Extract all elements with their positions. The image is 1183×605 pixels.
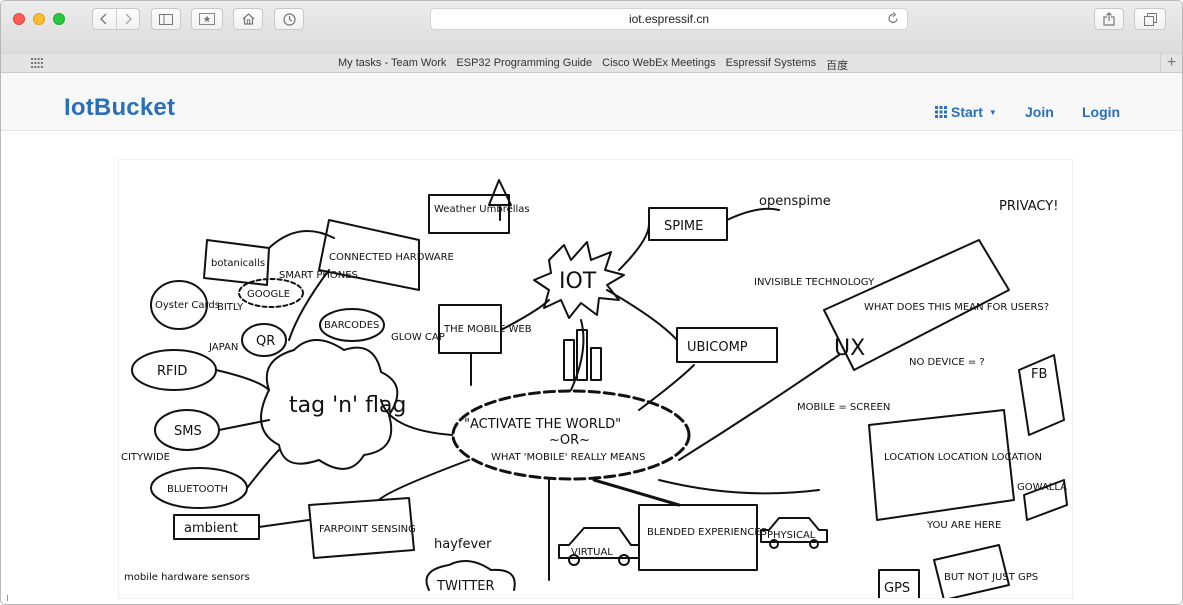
- bookmark-list: My tasks - Team Work ESP32 Programming G…: [338, 57, 848, 73]
- hero-sketch-image: "ACTIVATE THE WORLD" ~OR~ WHAT 'MOBILE' …: [118, 159, 1073, 599]
- ubicomp-label: UBICOMP: [687, 340, 748, 355]
- oyster-label: Oyster Cards: [155, 300, 220, 311]
- center-title: "ACTIVATE THE WORLD": [464, 417, 621, 432]
- resize-corner: [7, 595, 11, 601]
- forward-button[interactable]: [115, 9, 139, 29]
- chevron-left-icon: [100, 13, 107, 25]
- mobile-screen-label: MOBILE = SCREEN: [797, 402, 890, 413]
- qr-label: QR: [256, 334, 275, 349]
- new-tab-button[interactable]: +: [1160, 53, 1182, 73]
- bookmark-item[interactable]: My tasks - Team Work: [338, 57, 446, 73]
- bluetooth-label: BLUETOOTH: [167, 484, 228, 495]
- connected-label: CONNECTED HARDWARE: [329, 252, 454, 263]
- address-url: iot.espressif.cn: [628, 12, 710, 26]
- hayfever-label: hayfever: [434, 537, 492, 552]
- back-forward-group: [92, 8, 140, 30]
- caret-down-icon: ▼: [988, 107, 997, 117]
- iot-mindmap-sketch: "ACTIVATE THE WORLD" ~OR~ WHAT 'MOBILE' …: [121, 179, 1068, 598]
- you-are-here-label: YOU ARE HERE: [926, 520, 1001, 531]
- grid-icon: [935, 106, 947, 118]
- privacy-label: PRIVACY!: [999, 199, 1058, 214]
- share-icon: [1103, 12, 1115, 26]
- gowalla-label: GOWALLA: [1017, 482, 1067, 493]
- sidebar-button[interactable]: [151, 8, 181, 30]
- brand-logo[interactable]: IotBucket: [64, 94, 175, 122]
- bookmarks-bar: My tasks - Team Work ESP32 Programming G…: [1, 53, 1182, 73]
- minimize-window-button[interactable]: [33, 13, 45, 25]
- apps-grid-icon[interactable]: [31, 58, 43, 68]
- tabs-icon: [1143, 12, 1157, 26]
- bookmark-item[interactable]: Cisco WebEx Meetings: [602, 57, 716, 73]
- share-button[interactable]: [1094, 8, 1124, 30]
- twitter-label: TWITTER: [436, 579, 495, 594]
- bookmark-item[interactable]: Espressif Systems: [726, 57, 816, 73]
- clock-icon: [282, 12, 296, 26]
- barcodes-label: BARCODES: [324, 320, 379, 331]
- center-or: ~OR~: [549, 433, 590, 448]
- browser-window: iot.espressif.cn My tasks - Team Work ES…: [0, 0, 1183, 605]
- mobile-web-label: THE MOBILE WEB: [443, 324, 532, 335]
- ux-question-label: WHAT DOES THIS MEAN FOR USERS?: [864, 302, 1049, 313]
- but-not-gps-label: BUT NOT JUST GPS: [944, 572, 1038, 583]
- mobile-sensors-label: mobile hardware sensors: [124, 572, 250, 583]
- japan-label: JAPAN: [208, 342, 238, 353]
- virtual-label: VIRTUAL: [571, 547, 613, 558]
- glow-cap-label: GLOW CAP: [391, 332, 445, 343]
- physical-label: PHYSICAL: [767, 530, 816, 541]
- no-device-label: NO DEVICE = ?: [909, 357, 985, 368]
- rfid-label: RFID: [157, 364, 187, 379]
- star-icon: [199, 13, 215, 25]
- center-subtitle: WHAT 'MOBILE' REALLY MEANS: [491, 452, 645, 463]
- address-bar[interactable]: iot.espressif.cn: [430, 8, 908, 30]
- botanicalls-label: botanicalls: [211, 258, 265, 269]
- iot-label: IOT: [559, 269, 597, 294]
- chevron-right-icon: [125, 13, 132, 25]
- ux-label: UX: [834, 336, 865, 361]
- location-label: LOCATION LOCATION LOCATION: [884, 452, 1042, 463]
- home-button[interactable]: [233, 8, 263, 30]
- citywide-label: CITYWIDE: [121, 452, 170, 463]
- smart-phones-label: SMART PHONES: [279, 270, 358, 281]
- start-menu-toggle[interactable]: Start ▼: [935, 104, 997, 120]
- blended-label: BLENDED EXPERIENCES: [647, 527, 767, 538]
- google-label: GOOGLE: [247, 289, 290, 300]
- bitly-label: BITLY: [217, 302, 244, 313]
- sms-label: SMS: [174, 424, 202, 439]
- close-window-button[interactable]: [13, 13, 25, 25]
- spime-label: SPIME: [664, 219, 703, 234]
- zoom-window-button[interactable]: [53, 13, 65, 25]
- plus-icon: +: [1166, 54, 1177, 71]
- browser-toolbar: iot.espressif.cn: [1, 1, 1182, 53]
- invisible-label: INVISIBLE TECHNOLOGY: [754, 277, 875, 288]
- join-link[interactable]: Join: [1025, 104, 1054, 120]
- bookmarks-button[interactable]: [191, 8, 223, 30]
- home-icon: [242, 13, 254, 25]
- tag-flag-label: tag 'n' flag: [289, 393, 406, 418]
- ambient-label: ambient: [184, 521, 238, 536]
- openspime-label: openspime: [759, 194, 831, 209]
- tabs-overview-button[interactable]: [1134, 8, 1166, 30]
- sidebar-icon: [159, 13, 173, 25]
- back-button[interactable]: [93, 9, 116, 29]
- reload-icon[interactable]: [887, 12, 899, 25]
- fb-label: FB: [1031, 367, 1047, 382]
- start-label: Start: [951, 104, 983, 120]
- weather-label: Weather Umbrellas: [434, 204, 530, 215]
- history-button[interactable]: [274, 8, 304, 30]
- gps-label: GPS: [884, 581, 910, 596]
- farpoint-label: FARPOINT SENSING: [319, 524, 416, 535]
- bookmark-item[interactable]: 百度: [826, 57, 848, 73]
- login-link[interactable]: Login: [1082, 104, 1120, 120]
- bookmark-item[interactable]: ESP32 Programming Guide: [456, 57, 592, 73]
- site-navbar: IotBucket Start ▼ Join Login: [1, 73, 1182, 131]
